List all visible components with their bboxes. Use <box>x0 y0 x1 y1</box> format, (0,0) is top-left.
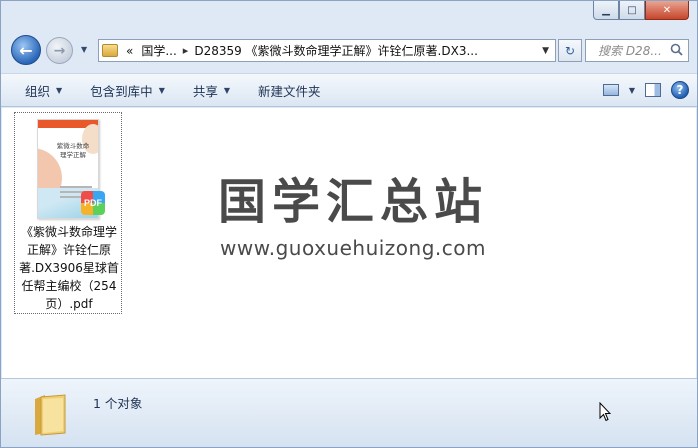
share-menu[interactable]: 共享 ▼ <box>179 74 244 106</box>
chevron-down-icon: ▼ <box>81 45 88 54</box>
mouse-cursor-icon <box>599 402 611 422</box>
details-pane: 1 个对象 <box>1 378 697 447</box>
maximize-icon: □ <box>627 4 637 16</box>
minimize-icon: ▁ <box>602 4 610 16</box>
organize-label: 组织 <box>25 83 51 99</box>
address-dropdown-icon[interactable]: ▼ <box>542 46 549 56</box>
help-icon[interactable]: ? <box>671 81 689 99</box>
minimize-button[interactable]: ▁ <box>593 1 619 20</box>
refresh-button[interactable]: ↻ <box>558 39 582 62</box>
chevron-down-icon: ▼ <box>158 85 165 95</box>
back-button[interactable]: ← <box>11 35 41 65</box>
navigation-bar: ← → ▼ « 国学... ▸ D28359 《紫微斗数命理学正解》许铨仁原著.… <box>1 31 697 71</box>
preview-pane-icon[interactable] <box>645 83 661 97</box>
close-icon: ✕ <box>662 4 672 16</box>
breadcrumb-separator-icon[interactable]: ▸ <box>183 44 189 57</box>
search-placeholder: 搜索 D28... <box>598 44 662 58</box>
arrow-right-icon: → <box>53 42 66 59</box>
arrow-left-icon: ← <box>19 40 33 60</box>
command-bar: 组织 ▼ 包含到库中 ▼ 共享 ▼ 新建文件夹 ▼ ? <box>1 73 697 107</box>
recent-pages-button[interactable]: ▼ <box>81 45 87 54</box>
item-count: 1 个对象 <box>93 396 143 411</box>
thumbnail-title: 紫微斗数命理学正解 <box>56 142 90 159</box>
breadcrumb-current[interactable]: D28359 《紫微斗数命理学正解》许铨仁原著.DX3... <box>194 42 478 59</box>
new-folder-button[interactable]: 新建文件夹 <box>244 74 335 106</box>
view-controls: ▼ ? <box>602 81 697 99</box>
organize-menu[interactable]: 组织 ▼ <box>1 74 76 106</box>
file-name: 《紫微斗数命理学正解》许铨仁原著.DX3906星球首任帮主编校（254页）.pd… <box>19 225 119 311</box>
address-bar[interactable]: « 国学... ▸ D28359 《紫微斗数命理学正解》许铨仁原著.DX3...… <box>98 39 556 62</box>
breadcrumb-root[interactable]: 国学... <box>141 42 176 59</box>
watermark-title: 国学汇总站 <box>217 174 488 230</box>
watermark-url: www.guoxuehuizong.com <box>220 236 486 260</box>
include-library-label: 包含到库中 <box>90 83 153 99</box>
folder-icon <box>35 394 66 436</box>
address-overflow[interactable]: « <box>126 44 133 58</box>
chevron-down-icon: ▼ <box>223 85 231 95</box>
chevron-down-icon: ▼ <box>56 85 63 95</box>
file-list[interactable]: 紫微斗数命理学正解 PDF 《紫微斗数命理学正解》许铨仁原著.DX3906星球首… <box>2 108 696 378</box>
watermark: 国学汇总站 www.guoxuehuizong.com <box>208 174 498 260</box>
refresh-icon: ↻ <box>564 43 576 58</box>
pdf-file-icon: PDF <box>81 191 105 215</box>
title-buttons: ▁ □ ✕ <box>593 1 689 20</box>
maximize-button[interactable]: □ <box>619 1 645 20</box>
change-view-icon[interactable] <box>602 84 619 96</box>
view-options-chevron-icon[interactable]: ▼ <box>629 86 635 95</box>
close-button[interactable]: ✕ <box>645 1 689 20</box>
explorer-window: ▁ □ ✕ ← → ▼ « 国学... ▸ D28359 《紫微斗数命理学正解》… <box>0 0 698 448</box>
share-label: 共享 <box>192 83 218 99</box>
file-item[interactable]: 紫微斗数命理学正解 PDF 《紫微斗数命理学正解》许铨仁原著.DX3906星球首… <box>14 112 122 314</box>
search-icon <box>670 43 683 56</box>
new-folder-label: 新建文件夹 <box>258 83 321 99</box>
folder-icon <box>102 44 118 57</box>
include-library-menu[interactable]: 包含到库中 ▼ <box>76 74 179 106</box>
search-input[interactable]: 搜索 D28... <box>585 39 689 62</box>
forward-button[interactable]: → <box>46 37 73 64</box>
